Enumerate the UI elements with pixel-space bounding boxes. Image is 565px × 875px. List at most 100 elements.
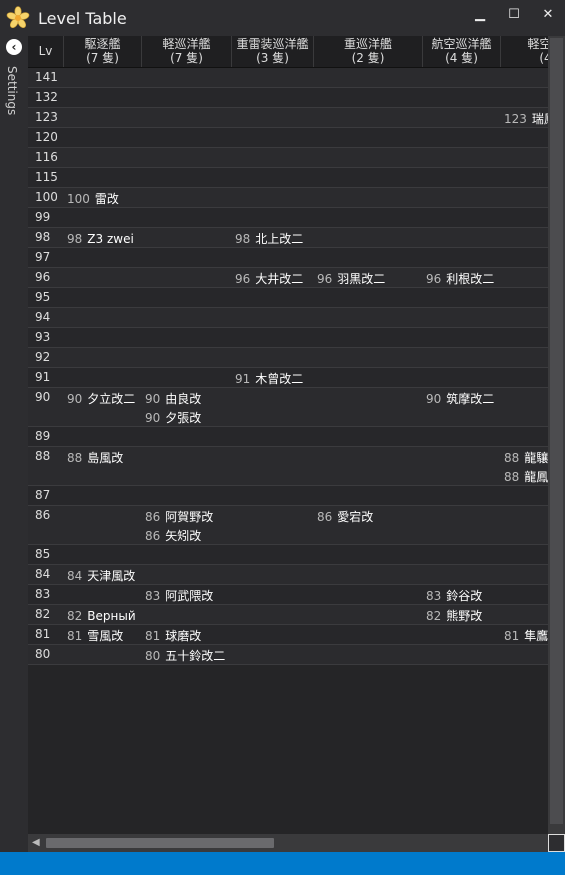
- ship-entry[interactable]: 96 利根改二: [426, 270, 494, 289]
- ship-entry[interactable]: 90 筑摩改二: [426, 390, 494, 409]
- ship-entry[interactable]: 82 Верный: [67, 607, 136, 626]
- ship-entry[interactable]: 96 大井改二: [235, 270, 303, 289]
- level-cell: 99: [35, 210, 51, 224]
- ship-cell: 86 阿賀野改 86 矢矧改: [145, 508, 213, 546]
- ship-entry[interactable]: 82 熊野改: [426, 607, 482, 626]
- table-row[interactable]: 89: [28, 427, 548, 447]
- collapse-sidebar-button[interactable]: ‹: [6, 39, 22, 55]
- ship-level: 90: [145, 392, 161, 406]
- header-column[interactable]: 軽巡洋艦 (7 隻): [142, 36, 232, 67]
- level-cell: 90: [35, 390, 51, 404]
- vertical-scroll-thumb[interactable]: [550, 38, 563, 824]
- level-cell: 88: [35, 449, 51, 463]
- table-row[interactable]: 132: [28, 88, 548, 108]
- ship-entry[interactable]: 91 木曾改二: [235, 370, 303, 389]
- ship-entry[interactable]: 88 島風改: [67, 449, 123, 468]
- ship-entry[interactable]: 98 北上改二: [235, 230, 303, 249]
- level-cell: 95: [35, 290, 51, 304]
- table-row[interactable]: 90 90 夕立改二 90 由良改 90 夕張改 90 筑摩改二: [28, 388, 548, 427]
- close-button[interactable]: ✕: [535, 5, 561, 27]
- table-row[interactable]: 97: [28, 248, 548, 268]
- table-row[interactable]: 93: [28, 328, 548, 348]
- table-row[interactable]: 141: [28, 68, 548, 88]
- table-row[interactable]: 84 84 天津風改: [28, 565, 548, 585]
- header-column[interactable]: 重雷装巡洋艦 (3 隻): [232, 36, 314, 67]
- ship-name: 雷改: [94, 192, 119, 206]
- ship-entry[interactable]: 86 愛宕改: [317, 508, 373, 527]
- table-row[interactable]: 115: [28, 168, 548, 188]
- ship-cell: 100 雷改: [67, 190, 119, 209]
- table-row[interactable]: 83 83 阿武隈改 83 鈴谷改: [28, 585, 548, 605]
- table-row[interactable]: 87: [28, 486, 548, 506]
- ship-entry[interactable]: 90 夕張改: [145, 409, 201, 428]
- ship-level: 80: [145, 649, 161, 663]
- ship-level: 90: [426, 392, 442, 406]
- ship-name: 夕立改二: [87, 392, 136, 406]
- ship-entry[interactable]: 90 由良改: [145, 390, 201, 409]
- ship-entry[interactable]: 81 隼鷹: [504, 627, 548, 646]
- table-row[interactable]: 86 86 阿賀野改 86 矢矧改 86 愛宕改: [28, 506, 548, 545]
- maximize-button[interactable]: ☐: [501, 5, 527, 27]
- vertical-scrollbar[interactable]: [548, 36, 565, 834]
- table-row[interactable]: 99: [28, 208, 548, 228]
- ship-entry[interactable]: 88 龍驤: [504, 449, 548, 468]
- ship-name: Верный: [87, 609, 136, 623]
- ship-cell: 84 天津風改: [67, 567, 135, 586]
- star-flower-icon: [6, 6, 30, 29]
- ship-entry[interactable]: 96 羽黒改二: [317, 270, 385, 289]
- ship-entry[interactable]: 88 龍鳳: [504, 468, 548, 487]
- ship-entry[interactable]: 90 夕立改二: [67, 390, 135, 409]
- ship-level: 82: [67, 609, 83, 623]
- ship-entry[interactable]: 83 阿武隈改: [145, 587, 213, 606]
- header-column[interactable]: 重巡洋艦 (2 隻): [314, 36, 423, 67]
- ship-entry[interactable]: 80 五十鈴改二: [145, 647, 225, 666]
- level-cell: 81: [35, 627, 51, 641]
- ship-level: 98: [235, 232, 251, 246]
- level-cell: 115: [35, 170, 58, 184]
- ship-entry[interactable]: 83 鈴谷改: [426, 587, 482, 606]
- header-lv[interactable]: Lv: [28, 36, 64, 67]
- ship-name: 木曾改二: [255, 372, 304, 386]
- ship-entry[interactable]: 86 阿賀野改: [145, 508, 213, 527]
- table-row[interactable]: 116: [28, 148, 548, 168]
- ship-entry[interactable]: 86 矢矧改: [145, 527, 213, 546]
- ship-name: 天津風改: [87, 569, 136, 583]
- ship-level: 86: [317, 510, 333, 524]
- header-column[interactable]: 軽空母(4: [501, 36, 548, 67]
- table-row[interactable]: 123 123 瑞鳳: [28, 108, 548, 128]
- table-row[interactable]: 92: [28, 348, 548, 368]
- ship-name: 由良改: [165, 392, 202, 406]
- table-row[interactable]: 80 80 五十鈴改二: [28, 645, 548, 665]
- header-column[interactable]: 航空巡洋艦 (4 隻): [423, 36, 501, 67]
- header-column[interactable]: 駆逐艦 (7 隻): [64, 36, 142, 67]
- ship-entry[interactable]: 123 瑞鳳: [504, 110, 548, 129]
- ship-name: 矢矧改: [165, 529, 202, 543]
- table-row[interactable]: 100 100 雷改: [28, 188, 548, 208]
- ship-level: 82: [426, 609, 442, 623]
- table-row[interactable]: 94: [28, 308, 548, 328]
- ship-name: 夕張改: [165, 411, 202, 425]
- ship-level: 83: [145, 589, 161, 603]
- table-row[interactable]: 88 88 島風改 88 龍驤 88 龍鳳: [28, 447, 548, 486]
- minimize-button[interactable]: ▁: [467, 5, 493, 27]
- ship-entry[interactable]: 84 天津風改: [67, 567, 135, 586]
- ship-cell: 81 隼鷹: [504, 627, 548, 646]
- ship-entry[interactable]: 100 雷改: [67, 190, 119, 209]
- table-row[interactable]: 96 96 大井改二 96 羽黒改二 96 利根改二: [28, 268, 548, 288]
- table-row[interactable]: 98 98 Z3 zwei 98 北上改二: [28, 228, 548, 248]
- table-row[interactable]: 91 91 木曾改二: [28, 368, 548, 388]
- table-row[interactable]: 81 81 雪風改 81 球磨改 81 隼鷹: [28, 625, 548, 645]
- ship-entry[interactable]: 81 雪風改: [67, 627, 123, 646]
- horizontal-scrollbar[interactable]: ◀: [28, 834, 548, 852]
- ship-entry[interactable]: 81 球磨改: [145, 627, 201, 646]
- horizontal-scroll-thumb[interactable]: [46, 838, 274, 848]
- table-row[interactable]: 82 82 Верный 82 熊野改: [28, 605, 548, 625]
- scroll-left-arrow-icon[interactable]: ◀: [32, 837, 40, 848]
- settings-tab[interactable]: Settings: [5, 66, 19, 115]
- table-row[interactable]: 95: [28, 288, 548, 308]
- ship-entry[interactable]: 98 Z3 zwei: [67, 230, 134, 249]
- ship-name: 島風改: [87, 451, 124, 465]
- table-row[interactable]: 85: [28, 545, 548, 565]
- header-column-name: 航空巡洋艦: [431, 37, 492, 51]
- table-row[interactable]: 120: [28, 128, 548, 148]
